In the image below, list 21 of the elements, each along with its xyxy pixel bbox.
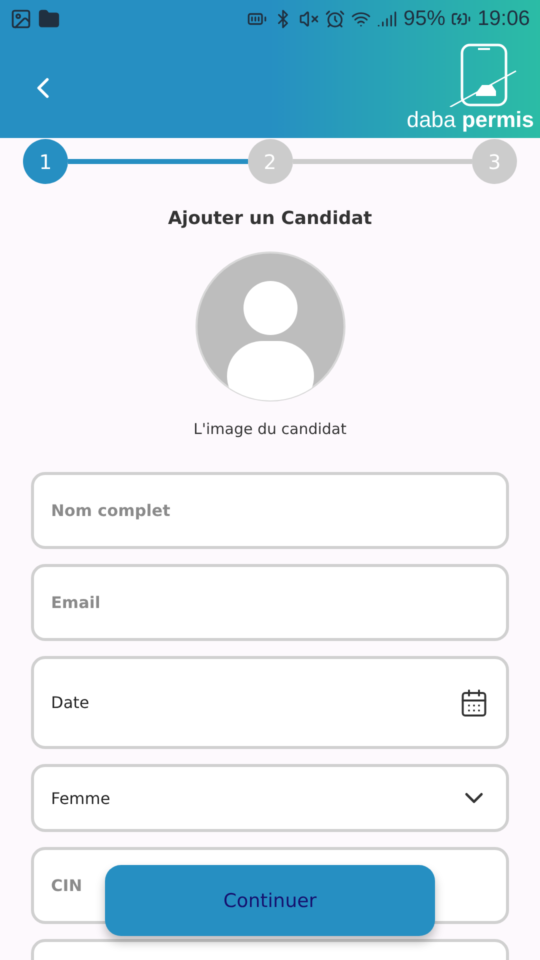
photo-caption: L'image du candidat [194,420,346,438]
folder-icon [38,8,60,30]
calendar-icon[interactable] [459,688,489,718]
continue-button[interactable]: Continuer [105,865,435,936]
text-field[interactable]: Email [51,590,111,614]
signal-icon [377,9,398,29]
step-indicator: 1 [23,139,68,184]
image-icon [10,8,32,30]
avatar-placeholder-icon[interactable] [194,251,346,402]
text-field[interactable]: Nom complet [51,498,183,522]
logo-text: daba permis [406,107,534,133]
mute-icon [299,9,320,29]
date-field[interactable]: Date [31,656,509,749]
page-title: Ajouter un Candidat [168,208,372,229]
text-field[interactable]: CIN [51,874,87,898]
alarm-icon [325,9,346,29]
clock-time: 19:06 [477,7,530,31]
gender-dropdown[interactable]: Femme [31,764,509,832]
battery-percent: 95% [403,7,446,31]
dropdown-value: Femme [51,788,112,808]
field-label: Date [51,693,90,712]
